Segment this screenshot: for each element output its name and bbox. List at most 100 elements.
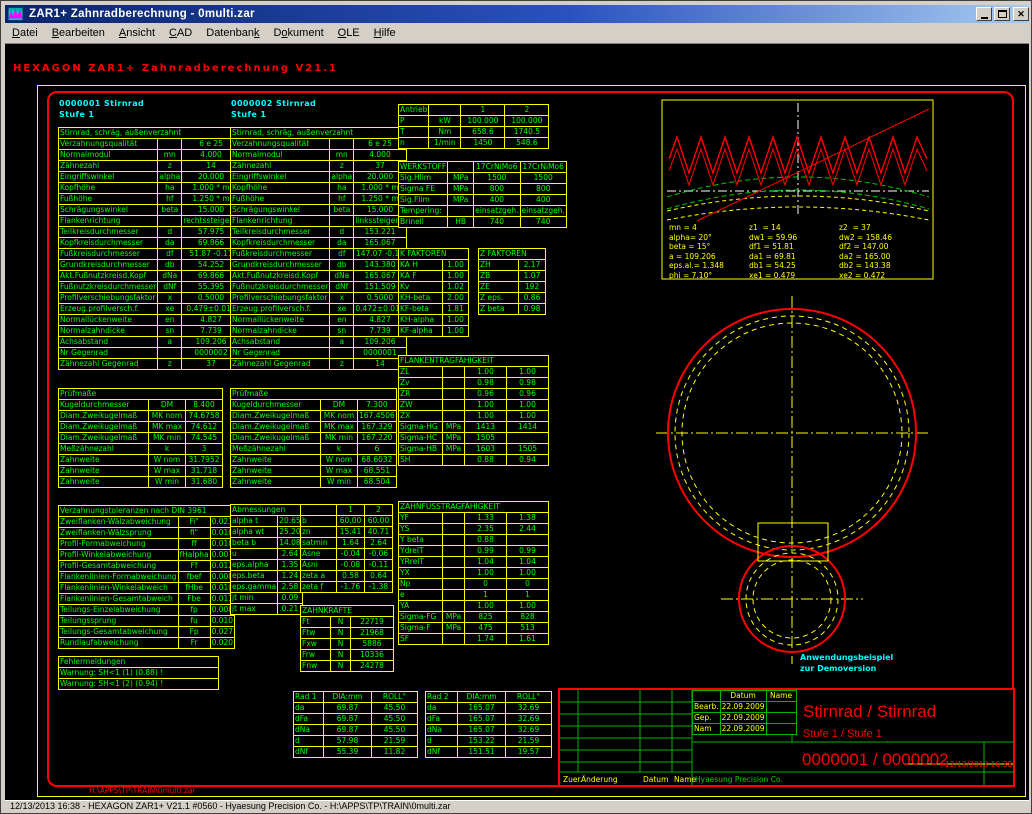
info-line: df2 = 147.00 [839,242,929,252]
table-cell: 32.69 [506,703,552,714]
table-cell: 4.000 [354,150,407,161]
table-cell: jt max [231,604,278,615]
table-cell: 1.00 [465,367,507,378]
table-cell: SF [399,634,443,645]
approval-grid: DatumNameBearb.22.09.2009Gep.22.09.2009N… [692,690,797,735]
table-cell: 2.35 [465,524,507,535]
table-cell: Fußkreisdurchmesser [231,249,330,260]
table-cell: dNf [426,747,458,758]
table-cell: Teilkreisdurchmesser [231,227,330,238]
table-cell: 1.00 [465,568,507,579]
table-cell [448,162,474,173]
table-cell: MPa [443,444,465,455]
table-cell [330,348,354,359]
menu-item-hilfe[interactable]: Hilfe [367,25,403,41]
table-cell: 7.300 [358,400,397,411]
table-cell: 2.44 [507,524,549,535]
table-cell: ZAHNKRÄFTE [301,606,394,617]
table-cell: da [158,238,182,249]
rad2-table: Rad 2DIA:mmROLL°da165.0732.69dFa165.0732… [425,691,552,758]
menu-item-dokument[interactable]: Dokument [266,25,330,41]
table-cell: x [158,293,182,304]
table-cell: 1/min [429,138,461,149]
table-cell: MPa [448,195,474,206]
table-cell: 1.81 [443,304,469,315]
table-cell: Profil-Formabweichung [59,539,179,550]
table-cell: P [399,116,429,127]
table-cell: u [231,549,278,560]
table-cell [507,535,549,546]
table-cell: einsatzgeh. [474,206,520,217]
table-cell: 475 [465,623,507,634]
table-cell: 69.87 [324,725,372,736]
table-cell: ha [158,183,182,194]
table-cell: beta [330,205,354,216]
table-cell: 1414 [507,422,549,433]
status-text: 12/13/2013 16:38 - HEXAGON ZAR1+ V21.1 #… [10,801,450,811]
table-cell: 68.6032 [358,455,397,466]
table-cell: Teilungs-Einzelabweichung [59,605,179,616]
table-cell: Zahnweite [231,477,321,488]
table-cell: 167.329 [358,422,397,433]
table-cell: ZX [399,411,443,422]
table-cell: Warnung: SH<1 (2) (0.94) ! [59,679,219,690]
menu-item-cad[interactable]: CAD [162,25,199,41]
table-cell: dNa [330,271,354,282]
table-cell: Zahnweite [59,455,149,466]
table-cell [443,579,465,590]
table-cell: T [399,127,429,138]
table-cell: zeta a [301,571,337,582]
table-cell: satmin [301,538,337,549]
table-cell: 57.98 [324,736,372,747]
table-cell: 17CrNiMo6 [474,162,520,173]
table-cell: 167.220 [358,433,397,444]
table-cell: DIA:mm [324,692,372,703]
table-cell: Meßzähnezahl [231,444,321,455]
table-cell: Fbe [178,594,210,605]
minimize-button[interactable] [976,7,992,21]
table-cell: da [330,238,354,249]
table-cell: Profilverschiebungsfaktor [231,293,330,304]
table-cell: Nr Gegenrad [231,348,330,359]
table-cell: N [331,661,351,672]
table-cell: KA F [399,271,443,282]
maximize-button[interactable] [994,7,1010,21]
table-cell: ZW [399,400,443,411]
table-cell: 1 [507,590,549,601]
info-line: phi = 7.10° [669,271,745,281]
k-faktoren-table: K FAKTORENKA H1.00KA F1.00Kv1.02KH-beta2… [398,248,469,337]
table-cell: d [426,736,458,747]
table-cell: n [399,138,429,149]
menu-item-ole[interactable]: OLE [331,25,367,41]
table-cell: W min [149,477,186,488]
table-cell: Profil-Winkelabweichung [59,550,179,561]
table-cell: sn [330,326,354,337]
mesh-info-col2: z1 = 14dw1 = 59.96df1 = 51.81da1 = 69.81… [749,223,835,280]
table-cell: MPa [448,184,474,195]
menu-item-bearbeiten[interactable]: Bearbeiten [45,25,112,41]
menu-item-ansicht[interactable]: Ansicht [112,25,162,41]
table-cell: 165.07 [458,703,506,714]
table-cell: a [158,337,182,348]
table-cell: Fi" [178,517,210,528]
table-cell: KA H [399,260,443,271]
table-cell: 0.020 [210,638,234,649]
menu-item-datenbank[interactable]: Datenbank [199,25,266,41]
table-cell: 740 [474,217,520,228]
close-button[interactable]: ✕ [1013,7,1029,21]
table-cell: 1740.5 [505,127,549,138]
menu-item-datei[interactable]: Datei [5,25,45,41]
table-cell: SH [399,455,443,466]
table-cell: 100.000 [505,116,549,127]
table-cell: zn [301,527,337,538]
info-line: dw2 = 158.46 [839,233,929,243]
info-line: db2 = 143.38 [839,261,929,271]
table-cell: 1.35 [278,560,302,571]
table-cell: WERKSTOFF [399,162,448,173]
table-cell: YdrelT [399,546,443,557]
table-cell: z [158,359,182,370]
table-cell: 22.09.2009 [720,702,766,713]
table-cell: MK max [149,422,186,433]
table-cell: xe [330,304,354,315]
title-bar[interactable]: ZAR1+ Zahnradberechnung - 0multi.zar ✕ [5,5,1029,23]
